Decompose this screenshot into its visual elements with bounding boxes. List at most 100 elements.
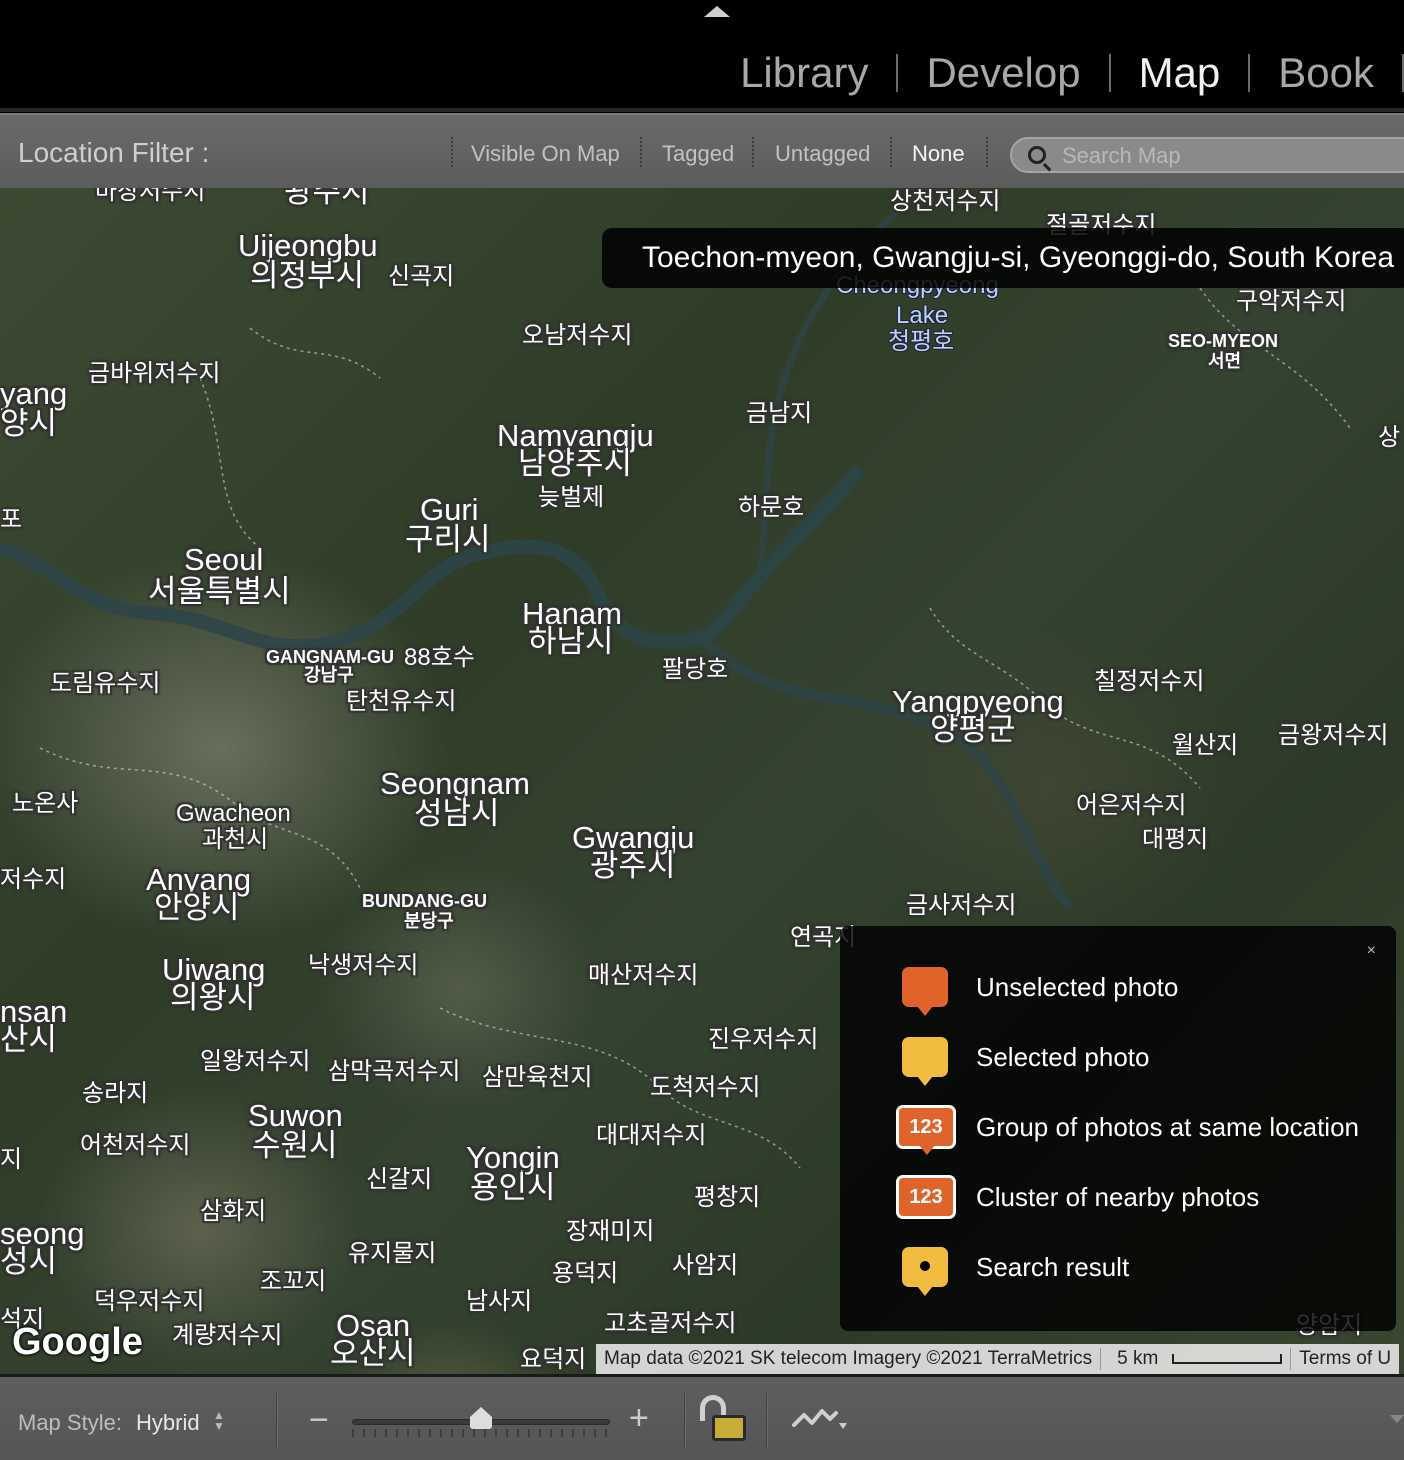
legend-label: Search result	[976, 1251, 1130, 1282]
map-label: 상천저수지	[890, 188, 1001, 215]
map-label: yang	[0, 376, 68, 411]
map-label: 남양주시	[518, 446, 633, 481]
map-label: 88호수	[404, 644, 475, 671]
filter-tagged[interactable]: Tagged	[662, 141, 734, 167]
search-icon	[1028, 146, 1046, 164]
map-style-label: Map Style:	[18, 1410, 122, 1435]
map-label: 의정부시	[250, 258, 365, 293]
map-label: SEO-MYEON	[1168, 331, 1279, 351]
search-map-field[interactable]	[1010, 137, 1404, 173]
map-label: 성남시	[414, 796, 500, 831]
map-label: 탄천유수지	[346, 688, 457, 715]
map-label: Seoul	[184, 542, 264, 577]
map-attribution: Map data ©2021 SK telecom Imagery ©2021 …	[596, 1344, 1400, 1374]
updown-arrows-icon[interactable]: ▲ ▼	[213, 1409, 225, 1432]
map-label: 삼만육천지	[482, 1064, 593, 1091]
map-label: 진우저수지	[708, 1026, 819, 1053]
map-label: 대대저수지	[596, 1122, 707, 1149]
map-label: 하문호	[738, 494, 805, 521]
module-map[interactable]: Map	[1111, 44, 1249, 102]
collapse-panel-arrow-icon[interactable]	[704, 6, 730, 17]
chevron-down-icon[interactable]	[1390, 1415, 1404, 1423]
map-label: 도림유수지	[50, 670, 161, 697]
location-tooltip: Toechon-myeon, Gwangju-si, Gyeonggi-do, …	[602, 228, 1404, 288]
map-label: 낙생저수지	[308, 952, 419, 979]
zoom-out-button[interactable]: −	[309, 1401, 329, 1440]
map-label: 서면	[1208, 351, 1242, 371]
scale-bar	[1172, 1354, 1283, 1364]
filter-divider	[890, 137, 892, 167]
map-label: 어천저수지	[80, 1132, 191, 1159]
toolbar-divider	[766, 1393, 768, 1449]
attribution-text: Map data ©2021 SK telecom Imagery ©2021 …	[604, 1348, 1093, 1369]
map-label: 도척저수지	[650, 1074, 761, 1101]
unselected-photo-pin-icon	[902, 967, 948, 1016]
map-label: 용인시	[470, 1170, 556, 1205]
zoom-slider-thumb[interactable]	[470, 1407, 492, 1429]
search-map-input[interactable]	[1062, 142, 1392, 170]
map-label: 팔당호	[662, 656, 729, 683]
module-picker: Library Develop Map Book	[0, 0, 1404, 112]
map-label: 성시	[0, 1244, 58, 1279]
map-label: Suwon	[248, 1098, 343, 1133]
map-label: 금왕저수지	[1278, 722, 1389, 749]
module-book[interactable]: Book	[1250, 44, 1402, 102]
filter-divider	[640, 137, 642, 167]
map-label: 고초골저수지	[604, 1310, 737, 1337]
filter-untagged[interactable]: Untagged	[775, 141, 870, 167]
map-label: Seongnam	[380, 766, 530, 801]
filter-divider	[986, 137, 988, 167]
map-label: 어은저수지	[1076, 792, 1187, 819]
filter-divider	[752, 137, 754, 167]
legend-label: Unselected photo	[976, 971, 1179, 1002]
map-label: 양평군	[930, 712, 1016, 747]
map-label: 장재미지	[566, 1218, 655, 1245]
filter-divider	[451, 137, 453, 167]
map-label: 송라지	[82, 1080, 149, 1107]
zoom-in-button[interactable]: +	[629, 1399, 649, 1438]
tracklog-icon[interactable]	[792, 1403, 852, 1433]
map-label: 과천시	[202, 826, 269, 853]
map-label: 포	[0, 506, 23, 533]
close-icon[interactable]: ×	[1367, 942, 1376, 960]
map-label: 분당구	[404, 911, 454, 931]
map-label: 하남시	[528, 624, 614, 659]
map-label: 칠정저수지	[1094, 668, 1205, 695]
map-label: 양시	[0, 406, 58, 441]
map-label: 의왕시	[170, 980, 256, 1015]
toolbar-divider	[276, 1393, 278, 1449]
filter-visible-on-map[interactable]: Visible On Map	[471, 141, 620, 167]
map-label: 요덕지	[520, 1346, 587, 1373]
location-filter-bar: Location Filter : Visible On Map Tagged …	[0, 113, 1404, 188]
map-scale: 5 km	[1100, 1348, 1290, 1370]
map-label: 대평지	[1142, 826, 1209, 853]
map-label: 평창지	[694, 1184, 761, 1211]
selected-photo-pin-icon	[902, 1037, 948, 1086]
module-develop[interactable]: Develop	[898, 44, 1108, 102]
map-label: 지	[0, 1146, 23, 1173]
map-label: 청평호	[888, 328, 955, 355]
module-library[interactable]: Library	[712, 44, 896, 102]
map-style-select[interactable]: Hybrid	[136, 1410, 200, 1436]
map-label: 마장저수지	[95, 188, 206, 205]
map-view[interactable]: 마장저수지 왕주지 Uijeongbu 의정부시 신곡지 상천저수지 절골저수지…	[0, 188, 1404, 1374]
map-label: 삼화지	[200, 1198, 267, 1225]
module-list: Library Develop Map Book	[712, 44, 1404, 102]
legend-label: Group of photos at same location	[976, 1111, 1360, 1142]
lock-body	[712, 1415, 746, 1441]
map-label: 광주시	[590, 848, 676, 883]
map-label: 늦벌제	[538, 484, 605, 511]
map-label: 구리시	[405, 522, 491, 557]
map-label: 노온사	[12, 790, 79, 817]
terms-link[interactable]: Terms of U	[1290, 1348, 1399, 1370]
filter-none[interactable]: None	[912, 141, 965, 167]
map-label: 삼막곡저수지	[328, 1058, 461, 1085]
map-label: 상	[1378, 424, 1401, 451]
map-label: 오남저수지	[522, 322, 633, 349]
map-label: Yongin	[466, 1140, 560, 1175]
toolbar-divider	[684, 1393, 686, 1449]
legend-label: Cluster of nearby photos	[976, 1181, 1260, 1212]
map-label: GANGNAM-GU	[266, 647, 394, 667]
map-label: 유지물지	[348, 1240, 437, 1267]
lock-markers-icon[interactable]	[700, 1395, 748, 1445]
